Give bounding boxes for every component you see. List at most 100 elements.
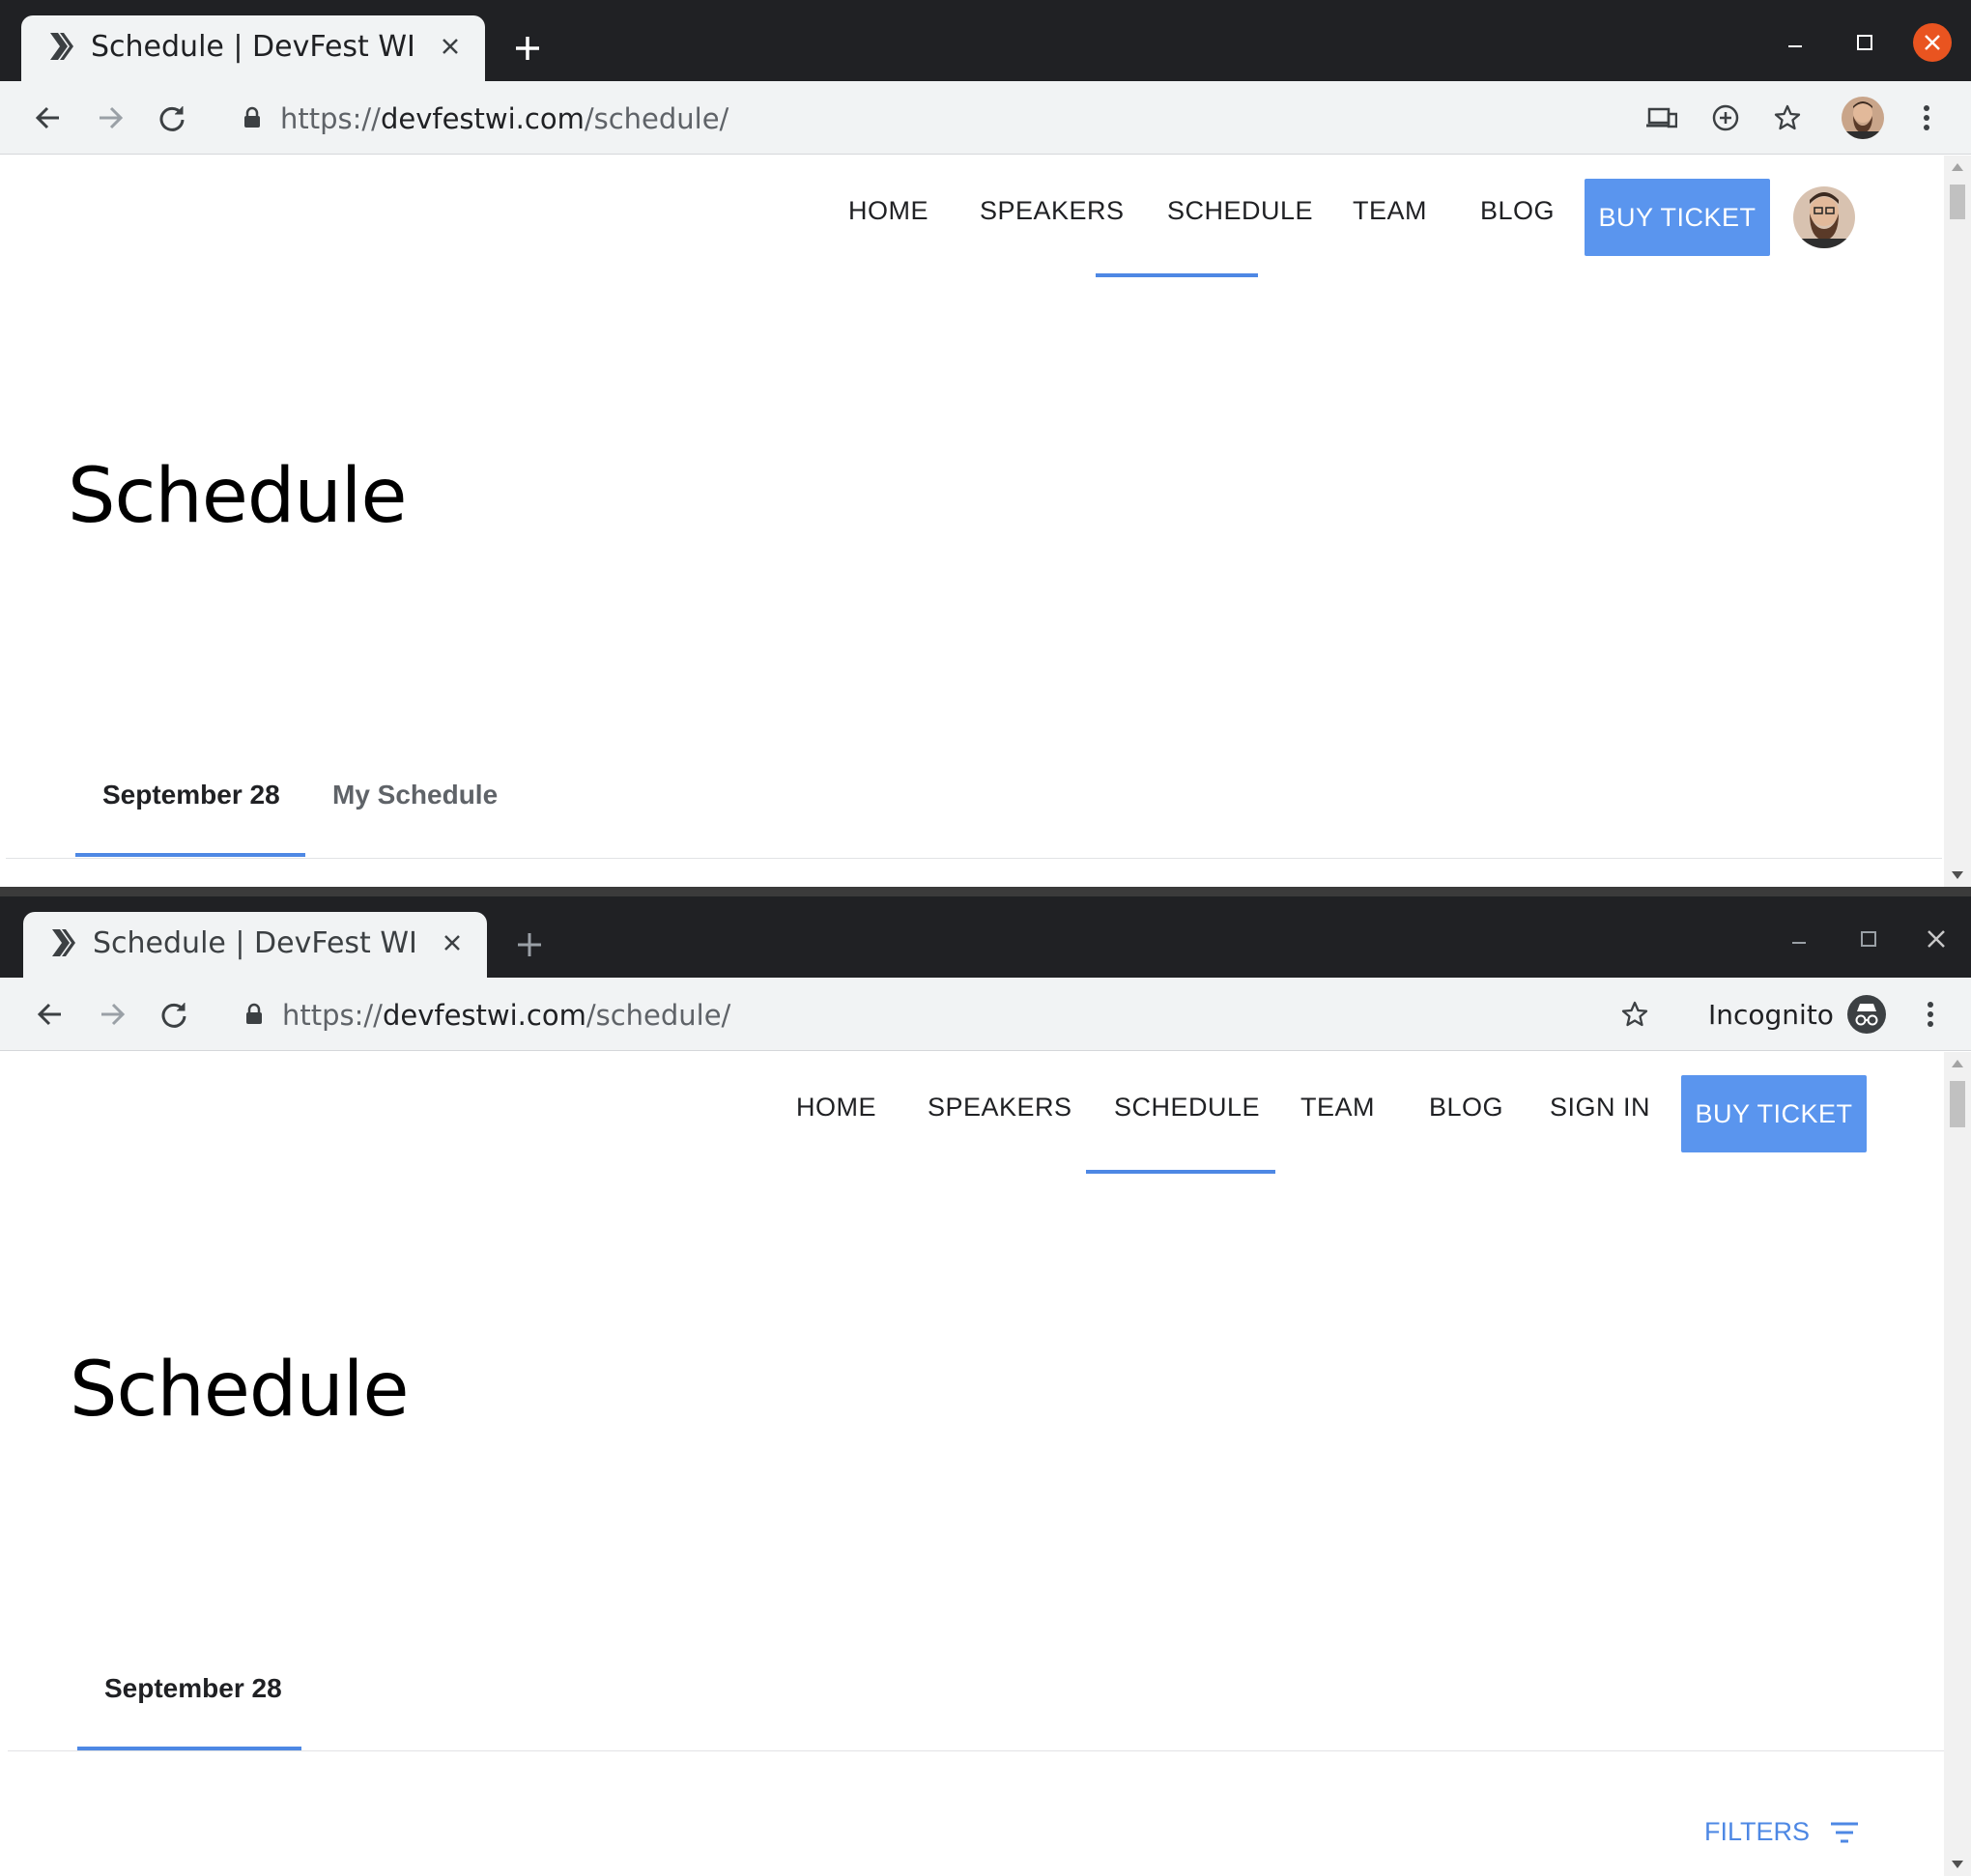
active-nav-indicator bbox=[1096, 273, 1258, 277]
new-tab-button[interactable] bbox=[508, 924, 551, 966]
title-bar: Schedule | DevFest WI bbox=[0, 896, 1971, 978]
filters-label: FILTERS bbox=[1704, 1817, 1811, 1846]
lock-icon bbox=[246, 1003, 262, 1024]
reload-icon bbox=[161, 1003, 186, 1028]
nav-sign-in[interactable]: SIGN IN bbox=[1550, 1093, 1650, 1123]
minimize-button[interactable] bbox=[1776, 23, 1814, 62]
page-title: Schedule bbox=[68, 453, 407, 540]
active-nav-indicator bbox=[1086, 1170, 1275, 1174]
devfest-favicon-icon bbox=[50, 33, 73, 60]
site-nav: HOME SPEAKERS SCHEDULE TEAM BLOG SIGN IN… bbox=[8, 1052, 1944, 1178]
avatar-icon bbox=[1842, 97, 1884, 139]
devices-icon bbox=[1646, 107, 1677, 128]
minimize-icon bbox=[1788, 45, 1802, 47]
browser-tab[interactable]: Schedule | DevFest WI bbox=[21, 15, 485, 81]
menu-button[interactable] bbox=[1907, 991, 1954, 1037]
site-nav: HOME SPEAKERS SCHEDULE TEAM BLOG BUY TIC… bbox=[6, 156, 1942, 281]
close-window-icon bbox=[1913, 23, 1952, 62]
plus-icon bbox=[516, 37, 539, 60]
page-viewport: HOME SPEAKERS SCHEDULE TEAM BLOG SIGN IN… bbox=[8, 1052, 1944, 1876]
maximize-icon bbox=[1857, 35, 1872, 50]
scroll-thumb[interactable] bbox=[1950, 185, 1965, 219]
back-button[interactable] bbox=[27, 991, 73, 1037]
page-viewport: HOME SPEAKERS SCHEDULE TEAM BLOG BUY TIC… bbox=[6, 156, 1942, 887]
incognito-icon bbox=[1847, 995, 1886, 1034]
bookmark-button[interactable] bbox=[1612, 991, 1658, 1037]
bookmark-button[interactable] bbox=[1764, 95, 1811, 141]
lock-icon bbox=[244, 106, 260, 128]
user-avatar[interactable] bbox=[1793, 186, 1855, 248]
reload-icon bbox=[159, 106, 185, 131]
nav-team[interactable]: TEAM bbox=[1300, 1093, 1375, 1123]
profile-avatar[interactable] bbox=[1842, 97, 1884, 139]
incognito-label[interactable]: Incognito bbox=[1708, 999, 1834, 1031]
forward-button[interactable] bbox=[87, 95, 133, 141]
nav-home[interactable]: HOME bbox=[848, 196, 928, 226]
tabs-divider bbox=[8, 1750, 1944, 1751]
minimize-button[interactable] bbox=[1780, 920, 1818, 958]
tab-september-28[interactable]: September 28 bbox=[104, 1673, 282, 1704]
close-window-button[interactable] bbox=[1917, 920, 1956, 958]
buy-ticket-button[interactable]: BUY TICKET bbox=[1681, 1075, 1867, 1152]
scroll-down-icon[interactable] bbox=[1952, 1861, 1963, 1868]
maximize-icon bbox=[1861, 931, 1876, 947]
menu-button[interactable] bbox=[1903, 95, 1950, 141]
browser-toolbar: https://devfestwi.com/schedule/ Incognit… bbox=[0, 978, 1971, 1051]
close-tab-button[interactable] bbox=[431, 27, 470, 66]
address-bar[interactable]: https://devfestwi.com/schedule/ bbox=[216, 93, 1666, 143]
nav-speakers[interactable]: SPEAKERS bbox=[980, 196, 1125, 226]
close-icon bbox=[444, 935, 460, 951]
reload-button[interactable] bbox=[151, 991, 197, 1037]
devfest-favicon-icon bbox=[52, 929, 75, 956]
tab-title: Schedule | DevFest WI bbox=[91, 30, 415, 64]
scroll-up-icon[interactable] bbox=[1952, 1060, 1963, 1067]
scrollbar[interactable] bbox=[1944, 1052, 1971, 1876]
nav-schedule[interactable]: SCHEDULE bbox=[1167, 196, 1313, 226]
browser-window-2: Schedule | DevFest WI https://devfestwi.… bbox=[0, 896, 1971, 1876]
title-bar: Schedule | DevFest WI bbox=[0, 0, 1971, 81]
filters-button[interactable]: FILTERS bbox=[1704, 1817, 1860, 1847]
browser-window-1: Schedule | DevFest WI https://devfestwi.… bbox=[0, 0, 1971, 887]
browser-tab[interactable]: Schedule | DevFest WI bbox=[23, 912, 487, 978]
maximize-button[interactable] bbox=[1849, 920, 1888, 958]
address-bar[interactable]: https://devfestwi.com/schedule/ bbox=[218, 989, 1668, 1039]
scrollbar[interactable] bbox=[1944, 156, 1971, 887]
page-title: Schedule bbox=[70, 1347, 409, 1434]
url-text: https://devfestwi.com/schedule/ bbox=[282, 999, 731, 1032]
close-tab-button[interactable] bbox=[433, 924, 471, 962]
url-text: https://devfestwi.com/schedule/ bbox=[280, 102, 729, 135]
maximize-button[interactable] bbox=[1845, 23, 1884, 62]
close-window-button[interactable] bbox=[1913, 23, 1952, 62]
nav-schedule[interactable]: SCHEDULE bbox=[1114, 1093, 1260, 1123]
add-circle-icon bbox=[1712, 104, 1739, 131]
scroll-down-icon[interactable] bbox=[1952, 871, 1963, 879]
avatar-icon bbox=[1793, 186, 1855, 248]
forward-button[interactable] bbox=[89, 991, 135, 1037]
tabs-divider bbox=[6, 858, 1942, 859]
nav-speakers[interactable]: SPEAKERS bbox=[928, 1093, 1072, 1123]
forward-arrow-icon bbox=[101, 1003, 126, 1026]
incognito-button[interactable] bbox=[1845, 993, 1888, 1036]
cast-button[interactable] bbox=[1639, 95, 1685, 141]
minimize-icon bbox=[1792, 942, 1806, 944]
active-tab-indicator bbox=[75, 853, 305, 857]
tab-my-schedule[interactable]: My Schedule bbox=[332, 780, 498, 810]
back-button[interactable] bbox=[25, 95, 71, 141]
buy-ticket-button[interactable]: BUY TICKET bbox=[1585, 179, 1770, 256]
scroll-thumb[interactable] bbox=[1950, 1081, 1965, 1127]
reload-button[interactable] bbox=[149, 95, 195, 141]
new-tab-button[interactable] bbox=[506, 27, 549, 70]
install-button[interactable] bbox=[1702, 95, 1749, 141]
close-window-icon bbox=[1928, 930, 1945, 948]
tab-title: Schedule | DevFest WI bbox=[93, 926, 417, 960]
back-arrow-icon bbox=[35, 106, 59, 129]
scroll-up-icon[interactable] bbox=[1952, 163, 1963, 171]
nav-team[interactable]: TEAM bbox=[1353, 196, 1427, 226]
nav-blog[interactable]: BLOG bbox=[1429, 1093, 1503, 1123]
nav-blog[interactable]: BLOG bbox=[1480, 196, 1555, 226]
nav-home[interactable]: HOME bbox=[796, 1093, 876, 1123]
tab-september-28[interactable]: September 28 bbox=[102, 780, 280, 810]
browser-toolbar: https://devfestwi.com/schedule/ bbox=[0, 81, 1971, 155]
filter-list-icon bbox=[1831, 1822, 1859, 1842]
kebab-menu-icon bbox=[1928, 1002, 1933, 1027]
